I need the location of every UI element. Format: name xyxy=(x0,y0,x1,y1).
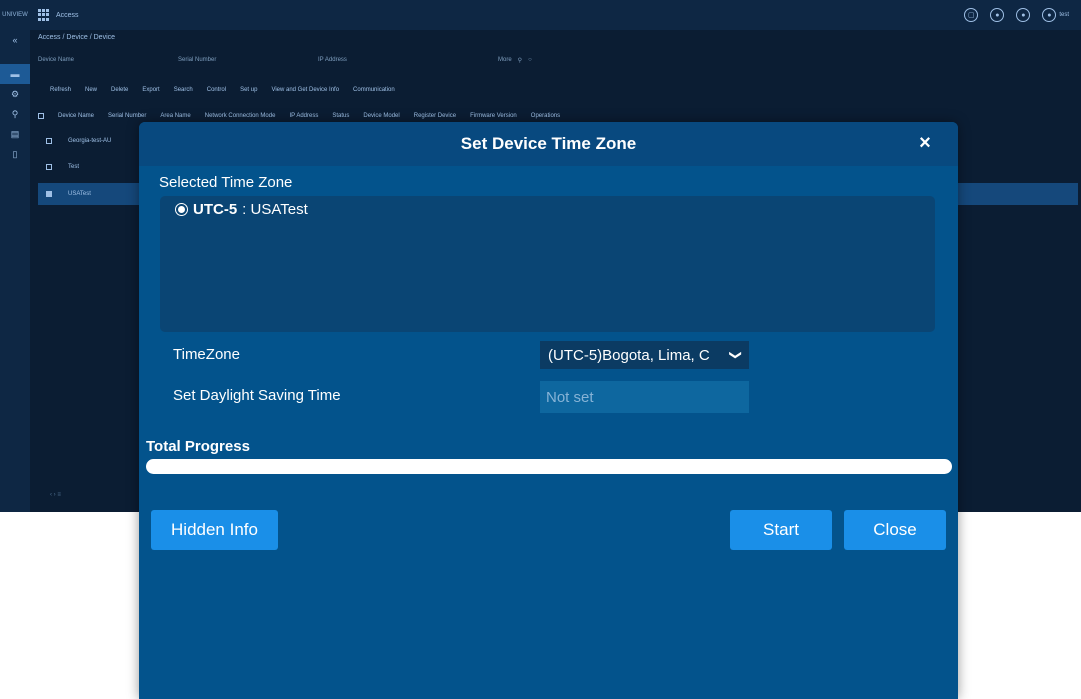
sidebar-item-device-list[interactable]: ▯ xyxy=(0,144,30,164)
notification-icon[interactable]: ● xyxy=(990,8,1005,22)
close-button[interactable]: Close xyxy=(844,510,946,550)
column-header[interactable]: Status xyxy=(332,113,349,119)
timezone-select[interactable]: (UTC-5)Bogota, Lima, C ❯ xyxy=(540,341,749,369)
row-checkbox[interactable] xyxy=(46,138,52,144)
sidebar-item-device[interactable]: ▬ xyxy=(0,64,30,84)
select-all-checkbox[interactable] xyxy=(38,113,44,119)
row-device-name: Test xyxy=(68,164,80,170)
timezone-value: (UTC-5)Bogota, Lima, C xyxy=(548,346,710,364)
total-progress-label: Total Progress xyxy=(146,438,250,455)
timezone-label: TimeZone xyxy=(173,346,240,363)
sidebar: « ▬ ⚙ ⚲ ▤ ▯ xyxy=(0,30,30,512)
row-checkbox[interactable] xyxy=(46,191,52,197)
dialog-title: Set Device Time Zone xyxy=(460,134,637,153)
help-icon[interactable]: ● xyxy=(1016,8,1031,22)
filter-device-name[interactable]: Device Name xyxy=(38,57,178,63)
selected-time-zone-item[interactable]: UTC-5 : USATest xyxy=(175,201,308,218)
toolbar-delete[interactable]: Delete xyxy=(111,87,128,93)
toolbar-new[interactable]: New xyxy=(85,87,97,93)
user-menu[interactable]: ● test xyxy=(1042,8,1069,22)
reset-icon[interactable]: ○ xyxy=(528,57,532,63)
toolbar: Refresh New Delete Export Search Control… xyxy=(50,87,395,93)
selected-utc-offset: UTC-5 xyxy=(193,201,238,218)
filter-ip-address[interactable]: IP Address xyxy=(318,57,458,63)
radio-selected-icon[interactable] xyxy=(175,203,188,216)
column-header[interactable]: Network Connection Mode xyxy=(205,113,276,119)
logo: UNIVIEW xyxy=(2,11,28,18)
row-device-name: USATest xyxy=(68,191,91,197)
total-progress-bar xyxy=(146,459,952,474)
dst-label: Set Daylight Saving Time xyxy=(173,387,341,404)
more-filters[interactable]: More ⚲ ○ xyxy=(498,57,532,64)
selected-time-zone-label: Selected Time Zone xyxy=(159,174,293,191)
selected-time-zone-list: UTC-5 : USATest xyxy=(160,196,935,332)
pagination[interactable]: ‹ › ≡ xyxy=(50,492,61,498)
hidden-info-button[interactable]: Hidden Info xyxy=(151,510,278,550)
column-header[interactable]: Device Name xyxy=(58,113,94,119)
breadcrumb: Access / Device / Device xyxy=(38,34,116,41)
column-header[interactable]: Operations xyxy=(531,113,560,119)
filter-serial-number[interactable]: Serial Number xyxy=(178,57,318,63)
dialog-footer: Hidden Info Start Close xyxy=(139,482,958,562)
column-header[interactable]: IP Address xyxy=(289,113,318,119)
close-icon[interactable]: × xyxy=(914,132,936,154)
column-header[interactable]: Serial Number xyxy=(108,113,146,119)
toolbar-set-up[interactable]: Set up xyxy=(240,87,257,93)
top-bar: UNIVIEW Access ▢ ● ● ● test xyxy=(0,0,1081,30)
user-name: test xyxy=(1059,12,1069,18)
row-checkbox[interactable] xyxy=(46,164,52,170)
set-time-zone-dialog: Set Device Time Zone × Selected Time Zon… xyxy=(139,122,958,699)
module-name[interactable]: Access xyxy=(56,12,79,19)
app-grid-icon[interactable] xyxy=(38,9,50,21)
start-button[interactable]: Start xyxy=(730,510,832,550)
filter-bar: Device Name Serial Number IP Address Mor… xyxy=(38,52,1078,68)
sidebar-item-settings[interactable]: ⚙ xyxy=(0,84,30,104)
column-header[interactable]: Area Name xyxy=(160,113,190,119)
toolbar-refresh[interactable]: Refresh xyxy=(50,87,71,93)
user-icon: ● xyxy=(1042,8,1057,22)
search-icon[interactable]: ⚲ xyxy=(518,57,522,64)
dialog-header: Set Device Time Zone × xyxy=(139,122,958,166)
monitor-icon[interactable]: ▢ xyxy=(964,8,979,22)
top-bar-actions: ▢ ● ● ● test xyxy=(964,8,1069,22)
column-header[interactable]: Register Device xyxy=(414,113,456,119)
selected-device-name: : USATest xyxy=(242,201,308,218)
sidebar-item-report[interactable]: ▤ xyxy=(0,124,30,144)
more-label: More xyxy=(498,57,512,63)
dst-field[interactable]: Not set xyxy=(540,381,749,413)
collapse-icon[interactable]: « xyxy=(0,30,30,50)
toolbar-view-device-info[interactable]: View and Get Device Info xyxy=(271,87,339,93)
column-header[interactable]: Firmware Version xyxy=(470,113,517,119)
toolbar-communication[interactable]: Communication xyxy=(353,87,395,93)
toolbar-export[interactable]: Export xyxy=(142,87,159,93)
row-device-name: Georgia-test-AU xyxy=(68,138,112,144)
sidebar-item-access[interactable]: ⚲ xyxy=(0,104,30,124)
chevron-down-icon[interactable]: ❯ xyxy=(729,350,743,360)
column-header[interactable]: Device Model xyxy=(363,113,399,119)
toolbar-search[interactable]: Search xyxy=(174,87,193,93)
toolbar-control[interactable]: Control xyxy=(207,87,226,93)
